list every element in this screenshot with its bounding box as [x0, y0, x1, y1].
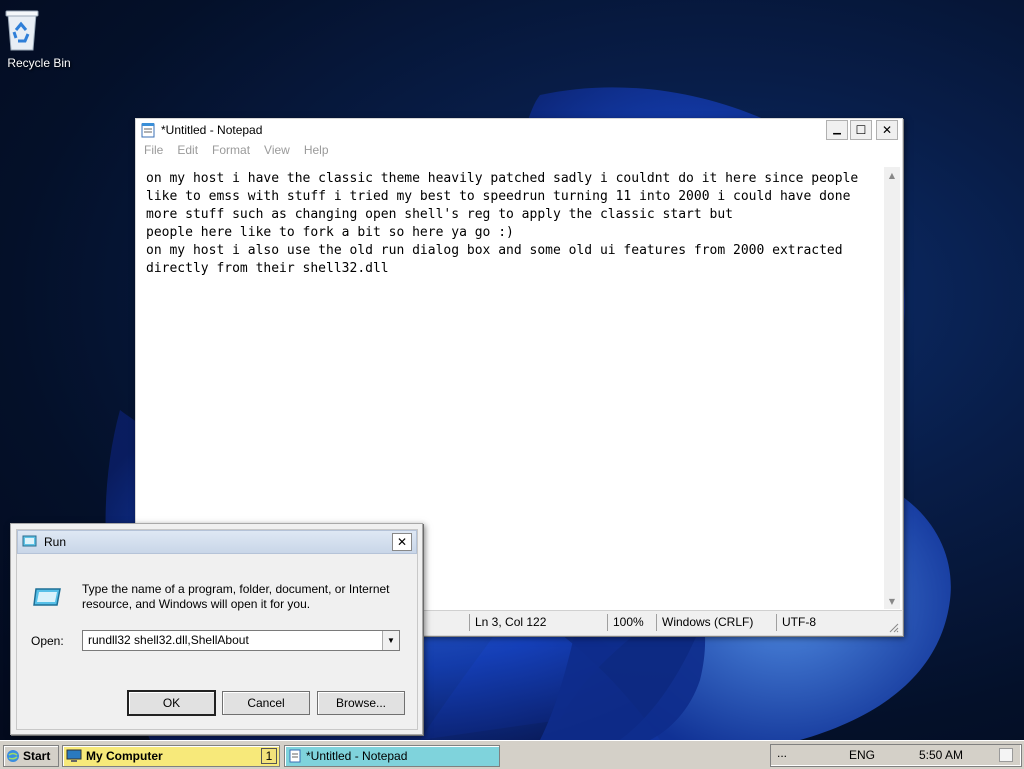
show-desktop-button[interactable]	[999, 748, 1013, 762]
taskbar-item-my-computer[interactable]: My Computer 1	[62, 745, 280, 767]
open-input[interactable]: rundll32 shell32.dll,ShellAbout	[88, 633, 249, 647]
minimize-icon: ▁	[833, 124, 841, 135]
open-combobox[interactable]: rundll32 shell32.dll,ShellAbout ▼	[82, 630, 400, 651]
run-dialog-frame: Run ✕ Type the name of a program, folder…	[16, 529, 418, 730]
start-button[interactable]: Start	[3, 745, 59, 767]
maximize-button[interactable]: ☐	[850, 120, 872, 140]
notepad-titlebar[interactable]: *Untitled - Notepad ▁ ☐ ✕	[136, 119, 902, 141]
computer-icon	[66, 749, 82, 763]
menu-edit[interactable]: Edit	[177, 143, 198, 157]
desktop-icon-label: Recycle Bin	[7, 56, 71, 70]
recycle-bin-icon	[5, 8, 57, 52]
language-indicator[interactable]: ENG	[849, 748, 875, 762]
notepad-title: *Untitled - Notepad	[161, 123, 263, 137]
tray-overflow-chevron[interactable]: ...	[777, 746, 787, 760]
start-orb-icon	[6, 749, 20, 763]
taskbar-item-label: My Computer	[86, 749, 163, 763]
menu-view[interactable]: View	[264, 143, 290, 157]
notepad-app-icon	[288, 749, 302, 763]
open-label: Open:	[31, 634, 64, 648]
clock[interactable]: 5:50 AM	[919, 748, 963, 762]
vertical-scrollbar[interactable]: ▲ ▼	[884, 167, 900, 609]
desktop-icon-recycle-bin[interactable]: Recycle Bin	[4, 8, 74, 70]
status-encoding: UTF-8	[776, 614, 872, 631]
menu-format[interactable]: Format	[212, 143, 250, 157]
status-position: Ln 3, Col 122	[469, 614, 605, 631]
notepad-menubar: File Edit Format View Help	[136, 141, 902, 159]
taskbar-item-notepad[interactable]: *Untitled - Notepad	[284, 745, 500, 767]
notepad-app-icon	[140, 122, 156, 138]
close-icon: ✕	[881, 123, 893, 137]
close-button[interactable]: ✕	[876, 120, 898, 140]
scroll-down-arrow-icon[interactable]: ▼	[884, 593, 900, 609]
minimize-button[interactable]: ▁	[826, 120, 848, 140]
scroll-up-arrow-icon[interactable]: ▲	[884, 167, 900, 183]
start-label: Start	[23, 749, 51, 763]
maximize-icon: ☐	[855, 123, 867, 137]
status-zoom: 100%	[607, 614, 653, 631]
menu-help[interactable]: Help	[304, 143, 329, 157]
run-dialog: Run ✕ Type the name of a program, folder…	[10, 523, 423, 735]
chevron-down-icon: ▼	[387, 636, 395, 645]
browse-button[interactable]: Browse...	[317, 691, 405, 715]
menu-file[interactable]: File	[144, 143, 163, 157]
resize-grip-icon[interactable]	[887, 621, 899, 633]
system-tray: ... ENG 5:50 AM	[770, 744, 1022, 767]
ok-button[interactable]: OK	[127, 690, 216, 716]
run-program-icon	[33, 585, 63, 609]
taskbar-item-badge: 1	[261, 748, 277, 764]
status-line-ending: Windows (CRLF)	[656, 614, 772, 631]
run-description: Type the name of a program, folder, docu…	[82, 582, 390, 611]
dropdown-arrow-button[interactable]: ▼	[382, 631, 399, 650]
taskbar-item-label: *Untitled - Notepad	[306, 749, 408, 763]
cancel-button[interactable]: Cancel	[222, 691, 310, 715]
taskbar: Start My Computer 1 *Untitled - Notepad …	[0, 740, 1024, 769]
